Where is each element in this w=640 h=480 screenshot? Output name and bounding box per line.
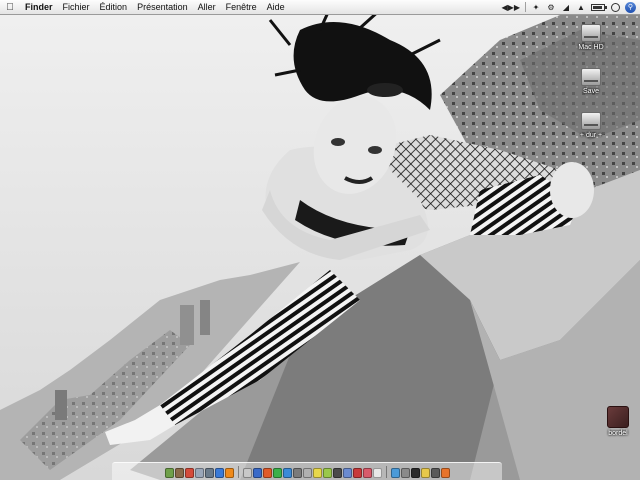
dock-item-app-16[interactable]	[400, 468, 410, 478]
menu-extras: ◀▶▶ ✦ ⚙ ◢ ▲ ⚲	[502, 0, 636, 14]
menu-extras-divider	[525, 2, 526, 12]
menu-item[interactable]: Aller	[193, 0, 221, 14]
desktop-icon-save[interactable]: Save	[563, 68, 619, 95]
dock-item-app-3[interactable]	[262, 468, 272, 478]
clock-icon[interactable]	[610, 1, 620, 13]
dock-item-app-6[interactable]	[292, 468, 302, 478]
box-folder-icon	[607, 406, 629, 428]
dock-item-app-10[interactable]	[332, 468, 342, 478]
dock-item-app-13[interactable]	[362, 468, 372, 478]
desktop-wallpaper	[0, 0, 640, 480]
desktop-icon-label: bordel	[608, 430, 628, 437]
battery-icon[interactable]	[591, 1, 607, 13]
dock-item-app-11[interactable]	[342, 468, 352, 478]
dock-separator	[237, 466, 239, 478]
dock-item-app-1[interactable]	[242, 468, 252, 478]
dock-item-dashboard[interactable]	[174, 468, 184, 478]
apple-icon[interactable]: 	[0, 2, 20, 13]
dock-item-finder[interactable]	[164, 468, 174, 478]
desktop-icon-label: Save	[583, 88, 599, 95]
desktop-icon-label: + dur +	[579, 132, 603, 139]
hard-drive-icon	[581, 24, 601, 42]
dock-separator	[385, 466, 387, 478]
desktop-icon-mac-hd[interactable]: Mac HD	[563, 24, 619, 51]
hard-drive-icon	[581, 112, 601, 130]
dock-item-app-2[interactable]	[252, 468, 262, 478]
dock-item-app-12[interactable]	[352, 468, 362, 478]
dock-item-app-17[interactable]	[410, 468, 420, 478]
menu-item[interactable]: Fenêtre	[221, 0, 262, 14]
script-icon[interactable]: ✦	[531, 1, 541, 13]
dock-item-calendar[interactable]	[184, 468, 194, 478]
menu-item[interactable]: Aide	[262, 0, 290, 14]
dock-item-quicktime[interactable]	[214, 468, 224, 478]
wifi-icon[interactable]: ◢	[561, 1, 571, 13]
dock-item-app-18[interactable]	[420, 468, 430, 478]
dock-item-firefox[interactable]	[440, 468, 450, 478]
dock-item-app-8[interactable]	[312, 468, 322, 478]
menu-item[interactable]: Fichier	[58, 0, 95, 14]
volume-icon[interactable]: ▲	[576, 1, 586, 13]
dock-item-app-7[interactable]	[302, 468, 312, 478]
menu-item[interactable]: Présentation	[132, 0, 193, 14]
dock-item-app-4[interactable]	[272, 468, 282, 478]
desktop-icon-bordel[interactable]: bordel	[590, 406, 640, 437]
dock-item-app-15[interactable]	[390, 468, 400, 478]
dock	[112, 462, 502, 480]
menu-item[interactable]: Édition	[95, 0, 133, 14]
menu-bar:  Finder FichierÉditionPrésentationAller…	[0, 0, 640, 15]
play-controls-icon[interactable]: ◀▶▶	[502, 1, 520, 13]
dock-item-app-19[interactable]	[430, 468, 440, 478]
dock-item-mail[interactable]	[194, 468, 204, 478]
menu-list: Fichier Édition Présentation Aller Fenêtre Ai…	[58, 0, 290, 14]
dock-item-preview[interactable]	[204, 468, 214, 478]
dock-item-vlc[interactable]	[224, 468, 234, 478]
desktop-icon-label: Mac HD	[578, 44, 604, 51]
dock-item-app-5[interactable]	[282, 468, 292, 478]
app-menu-finder[interactable]: Finder	[20, 0, 58, 14]
desktop-icon-dur[interactable]: + dur +	[563, 112, 619, 139]
spotlight-icon[interactable]: ⚲	[625, 1, 636, 13]
dock-item-app-9[interactable]	[322, 468, 332, 478]
gear-icon[interactable]: ⚙	[546, 1, 556, 13]
hard-drive-icon	[581, 68, 601, 86]
dock-item-app-14[interactable]	[372, 468, 382, 478]
